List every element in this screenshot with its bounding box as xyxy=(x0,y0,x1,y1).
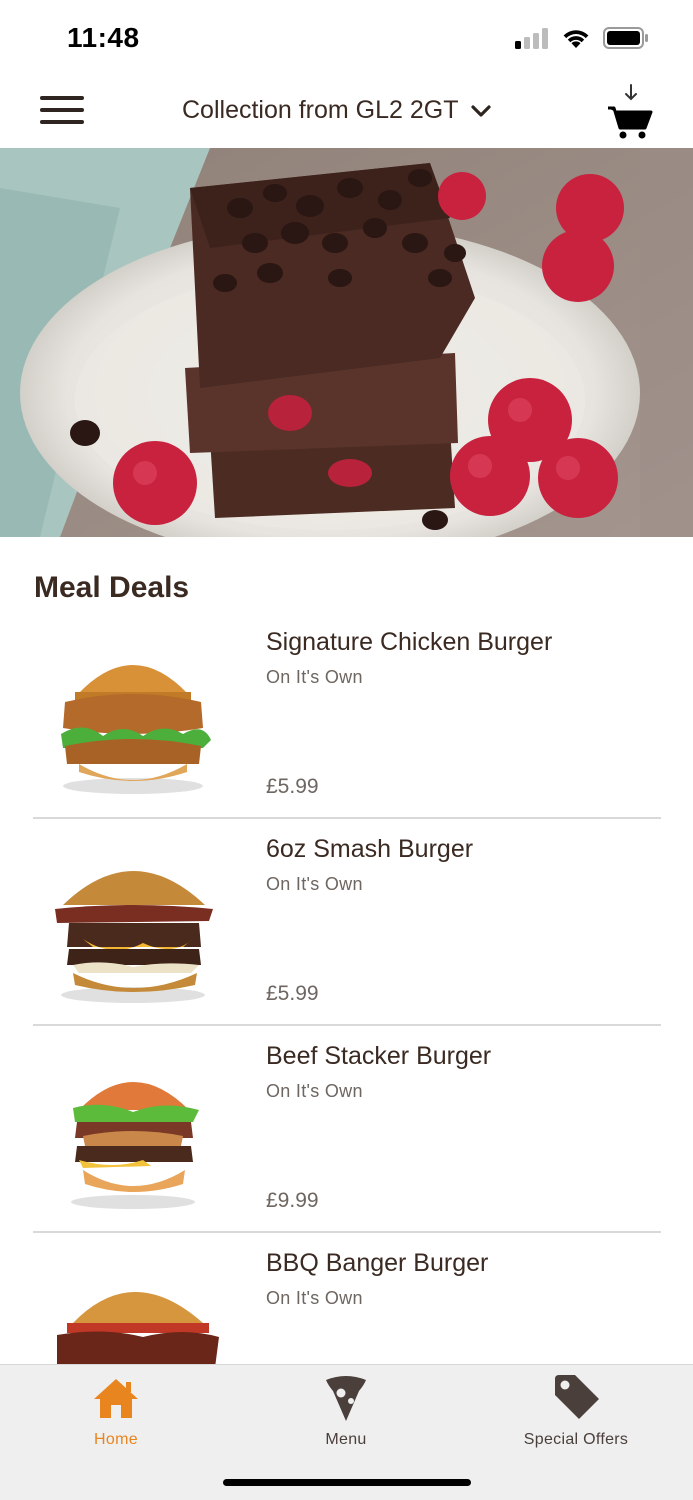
location-label: Collection from GL2 2GT xyxy=(182,96,459,124)
nav-menu-label: Menu xyxy=(325,1431,367,1448)
wifi-icon xyxy=(563,30,589,48)
meal-deals-list: Signature Chicken Burger On It's Own £5.… xyxy=(33,612,661,1440)
status-bar: 11:48 xyxy=(0,0,693,78)
nav-home-label: Home xyxy=(94,1431,138,1448)
menu-hamburger-icon[interactable] xyxy=(40,96,84,128)
nav-home[interactable]: Home xyxy=(36,1373,196,1449)
item-name: 6oz Smash Burger xyxy=(266,835,474,863)
menu-item-card[interactable]: 6oz Smash Burger On It's Own £5.99 xyxy=(33,819,661,1026)
chicken-burger-image xyxy=(61,665,211,794)
item-name: BBQ Banger Burger xyxy=(266,1249,489,1277)
section-title: Meal Deals xyxy=(34,571,190,604)
item-name: Signature Chicken Burger xyxy=(266,628,553,656)
tag-icon xyxy=(555,1375,599,1419)
nav-offers-label: Special Offers xyxy=(523,1431,629,1448)
status-time: 11:48 xyxy=(67,22,140,53)
menu-item-card[interactable]: Signature Chicken Burger On It's Own £5.… xyxy=(33,612,661,819)
battery-icon xyxy=(603,27,648,49)
app-header: Collection from GL2 2GT xyxy=(0,78,693,148)
signal-icon xyxy=(515,28,548,49)
menu-item-card[interactable]: Beef Stacker Burger On It's Own £9.99 xyxy=(33,1026,661,1233)
nav-menu[interactable]: Menu xyxy=(266,1373,426,1449)
item-price: £5.99 xyxy=(266,775,319,798)
item-description: On It's Own xyxy=(266,667,363,687)
home-icon xyxy=(94,1379,138,1418)
item-description: On It's Own xyxy=(266,874,363,894)
item-description: On It's Own xyxy=(266,1288,363,1308)
beef-stacker-burger-image xyxy=(71,1082,199,1209)
item-description: On It's Own xyxy=(266,1081,363,1101)
status-icons xyxy=(515,27,649,49)
home-indicator xyxy=(223,1479,471,1486)
cart-icon[interactable] xyxy=(607,82,653,140)
item-name: Beef Stacker Burger xyxy=(266,1042,492,1070)
item-price: £9.99 xyxy=(266,1189,319,1212)
item-price: £5.99 xyxy=(266,982,319,1005)
hero-banner-image xyxy=(0,148,693,537)
nav-special-offers[interactable]: Special Offers xyxy=(496,1373,656,1449)
smash-burger-image xyxy=(55,871,213,1003)
chevron-down-icon xyxy=(470,104,491,117)
location-selector[interactable]: Collection from GL2 2GT xyxy=(182,96,491,125)
menu-pin-icon xyxy=(326,1376,366,1421)
